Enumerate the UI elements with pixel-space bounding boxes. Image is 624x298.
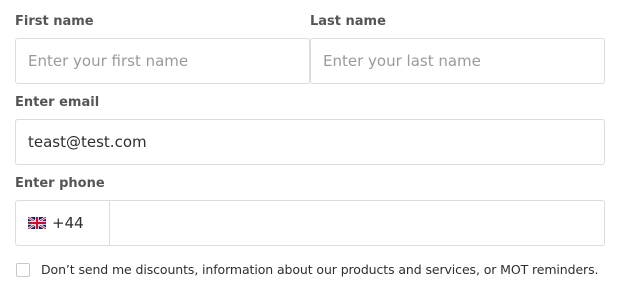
- phone-label: Enter phone: [15, 176, 105, 191]
- phone-field: +44: [15, 200, 605, 246]
- uk-flag-icon: [28, 217, 46, 229]
- email-label: Enter email: [15, 95, 100, 110]
- last-name-label: Last name: [310, 14, 386, 29]
- marketing-opt-out-checkbox[interactable]: [16, 262, 30, 277]
- last-name-input[interactable]: [310, 38, 605, 84]
- country-code-selector[interactable]: +44: [16, 201, 110, 245]
- first-name-input[interactable]: [15, 38, 310, 84]
- phone-input[interactable]: [110, 201, 604, 245]
- email-input[interactable]: [15, 119, 605, 165]
- first-name-label: First name: [15, 14, 94, 29]
- country-code: +44: [52, 214, 84, 232]
- marketing-opt-out-label[interactable]: Don’t send me discounts, information abo…: [41, 262, 598, 277]
- marketing-opt-out: Don’t send me discounts, information abo…: [16, 262, 598, 277]
